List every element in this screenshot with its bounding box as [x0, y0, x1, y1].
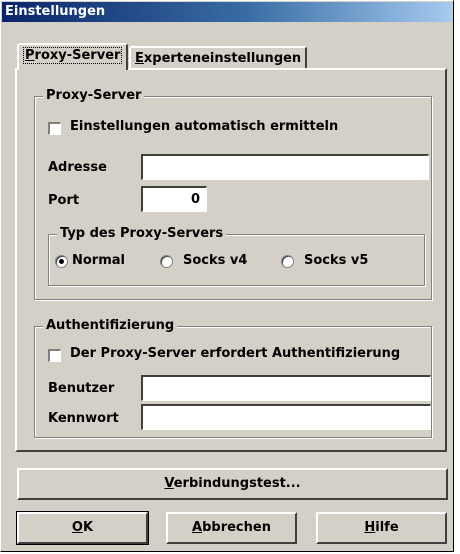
authentication-group: Authentifizierung Der Proxy-Server erfor…	[34, 318, 432, 438]
settings-dialog: Einstellungen Proxy-Server Experteneinst…	[0, 0, 454, 552]
tab-proxy-server[interactable]: Proxy-Server	[17, 43, 129, 70]
port-label: Port	[48, 193, 80, 208]
auth-required-label: Der Proxy-Server erfordert Authentifizie…	[70, 346, 401, 361]
ok-button[interactable]: OK	[16, 511, 149, 545]
title-bar: Einstellungen	[2, 2, 452, 22]
tab-experteneinstellungen-label: Experteneinstellungen	[135, 51, 302, 66]
port-input[interactable]	[141, 186, 207, 212]
user-input[interactable]	[141, 375, 431, 401]
password-label: Kennwort	[48, 411, 119, 426]
auto-detect-label: Einstellungen automatisch ermitteln	[70, 119, 339, 134]
tab-experteneinstellungen[interactable]: Experteneinstellungen	[129, 46, 308, 70]
user-label: Benutzer	[48, 381, 115, 396]
proxy-server-group-title: Proxy-Server	[43, 88, 145, 104]
help-button[interactable]: Hilfe	[316, 512, 447, 544]
cancel-button[interactable]: Abbrechen	[166, 512, 297, 544]
tab-panel: Proxy-Server Einstellungen automatisch e…	[15, 68, 447, 452]
radio-socks-v5-label: Socks v5	[304, 253, 369, 268]
radio-normal[interactable]	[55, 255, 68, 268]
password-input[interactable]	[141, 404, 431, 430]
address-label: Adresse	[48, 160, 107, 175]
authentication-group-title: Authentifizierung	[43, 318, 178, 334]
auto-detect-checkbox[interactable]	[48, 122, 61, 135]
proxy-type-group: Typ des Proxy-Servers Normal Socks v4 So…	[48, 226, 425, 286]
proxy-type-group-title: Typ des Proxy-Servers	[57, 226, 227, 242]
window-title: Einstellungen	[5, 4, 106, 19]
radio-socks-v5[interactable]	[281, 255, 294, 268]
address-input[interactable]	[141, 154, 429, 180]
radio-normal-label: Normal	[72, 253, 125, 268]
tab-proxy-server-label: Proxy-Server	[23, 47, 123, 64]
proxy-server-group: Proxy-Server Einstellungen automatisch e…	[34, 88, 432, 300]
radio-socks-v4-label: Socks v4	[183, 253, 248, 268]
auth-required-checkbox[interactable]	[48, 349, 61, 362]
radio-socks-v4[interactable]	[160, 255, 173, 268]
connection-test-button[interactable]: Verbindungstest...	[17, 468, 448, 500]
